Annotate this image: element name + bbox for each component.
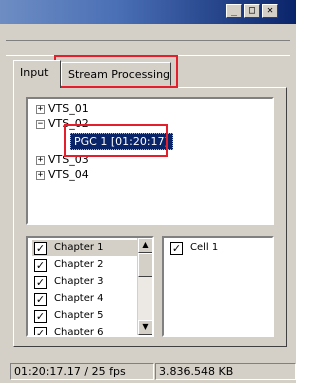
title-bar: _ □ ✕ — [0, 0, 296, 24]
checkbox[interactable]: ✓ — [34, 276, 47, 289]
highlight-box-pgc — [64, 124, 168, 157]
chapter-label: Chapter 6 — [54, 327, 104, 337]
chapter-label: Chapter 2 — [54, 259, 104, 270]
close-button[interactable]: ✕ — [262, 4, 278, 18]
tab-input[interactable]: Input — [13, 60, 61, 88]
expand-icon[interactable]: + — [36, 156, 45, 165]
status-bar: 01:20:17.17 / 25 fps 3.836.548 KB — [0, 358, 296, 383]
scroll-thumb[interactable] — [138, 253, 152, 277]
chapter-label: Chapter 3 — [54, 276, 104, 287]
maximize-button[interactable]: □ — [244, 4, 260, 18]
minimize-button[interactable]: _ — [226, 4, 242, 18]
chapter-list[interactable]: ✓ Chapter 1 ✓ Chapter 2 ✓ Chapter 3 ✓ Ch… — [26, 236, 154, 337]
checkbox[interactable]: ✓ — [170, 242, 183, 255]
title-tree[interactable]: + VTS_01 − VTS_02 + VTS_03 + VTS_04 — [26, 97, 274, 225]
list-item[interactable]: ✓ Chapter 6 — [32, 325, 140, 337]
status-duration-fps: 01:20:17.17 / 25 fps — [10, 363, 154, 380]
cell-label: Cell 1 — [190, 242, 219, 253]
list-item[interactable]: ✓ Chapter 5 — [32, 308, 140, 324]
scroll-up-icon[interactable]: ▲ — [138, 238, 152, 253]
checkbox[interactable]: ✓ — [34, 310, 47, 323]
vertical-scrollbar[interactable]: ▲ ▼ — [137, 238, 152, 335]
expand-icon[interactable]: + — [36, 171, 45, 180]
cell-list[interactable]: ✓ Cell 1 — [162, 236, 274, 337]
chapter-label: Chapter 5 — [54, 310, 104, 321]
list-item[interactable]: ✓ Chapter 4 — [32, 291, 140, 307]
collapse-icon[interactable]: − — [36, 120, 45, 129]
highlight-box-stream-tab — [54, 55, 178, 88]
checkbox[interactable]: ✓ — [34, 293, 47, 306]
app-window: _ □ ✕ Input Stream Processing + VTS_01 −… — [0, 0, 296, 383]
toolbar-separator — [6, 40, 290, 56]
list-item[interactable]: ✓ Cell 1 — [168, 240, 268, 256]
tree-node-label: VTS_04 — [48, 168, 89, 181]
checkbox[interactable]: ✓ — [34, 242, 47, 255]
list-item[interactable]: ✓ Chapter 3 — [32, 274, 140, 290]
status-size: 3.836.548 KB — [155, 363, 296, 380]
list-item[interactable]: ✓ Chapter 1 — [32, 240, 140, 256]
chapter-label: Chapter 1 — [54, 242, 104, 253]
scroll-down-icon[interactable]: ▼ — [138, 320, 152, 335]
checkbox[interactable]: ✓ — [34, 327, 47, 335]
checkbox[interactable]: ✓ — [34, 259, 47, 272]
chapter-label: Chapter 4 — [54, 293, 104, 304]
list-item[interactable]: ✓ Chapter 2 — [32, 257, 140, 273]
tree-node-label: VTS_01 — [48, 102, 89, 115]
expand-icon[interactable]: + — [36, 105, 45, 114]
